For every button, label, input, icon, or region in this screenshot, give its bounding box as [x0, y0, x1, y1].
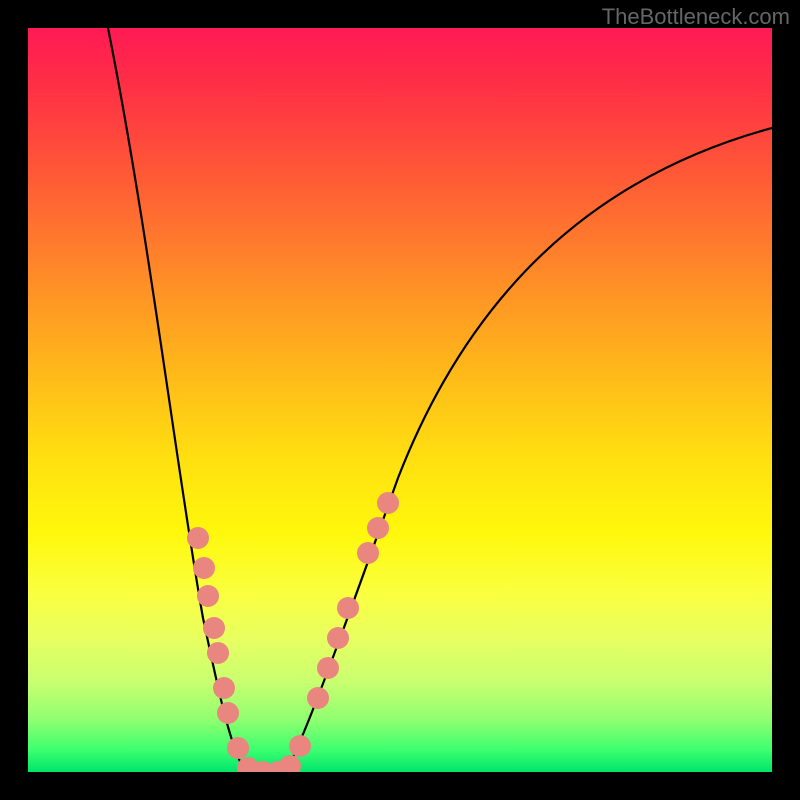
data-marker [307, 687, 329, 709]
data-marker [197, 585, 219, 607]
data-marker [187, 527, 209, 549]
data-marker [377, 492, 399, 514]
watermark-label: TheBottleneck.com [602, 4, 790, 30]
data-marker [367, 517, 389, 539]
data-marker [317, 657, 339, 679]
data-marker [203, 617, 225, 639]
data-marker [357, 542, 379, 564]
data-marker [193, 557, 215, 579]
plot-area [28, 28, 772, 772]
data-marker [217, 702, 239, 724]
data-marker [207, 642, 229, 664]
data-marker [337, 597, 359, 619]
bottleneck-curve [108, 28, 772, 771]
chart-svg [28, 28, 772, 772]
chart-container: TheBottleneck.com [0, 0, 800, 800]
data-marker [279, 755, 301, 772]
data-marker [289, 735, 311, 757]
marker-group [187, 492, 399, 772]
data-marker [213, 677, 235, 699]
data-marker [227, 737, 249, 759]
data-marker [327, 627, 349, 649]
